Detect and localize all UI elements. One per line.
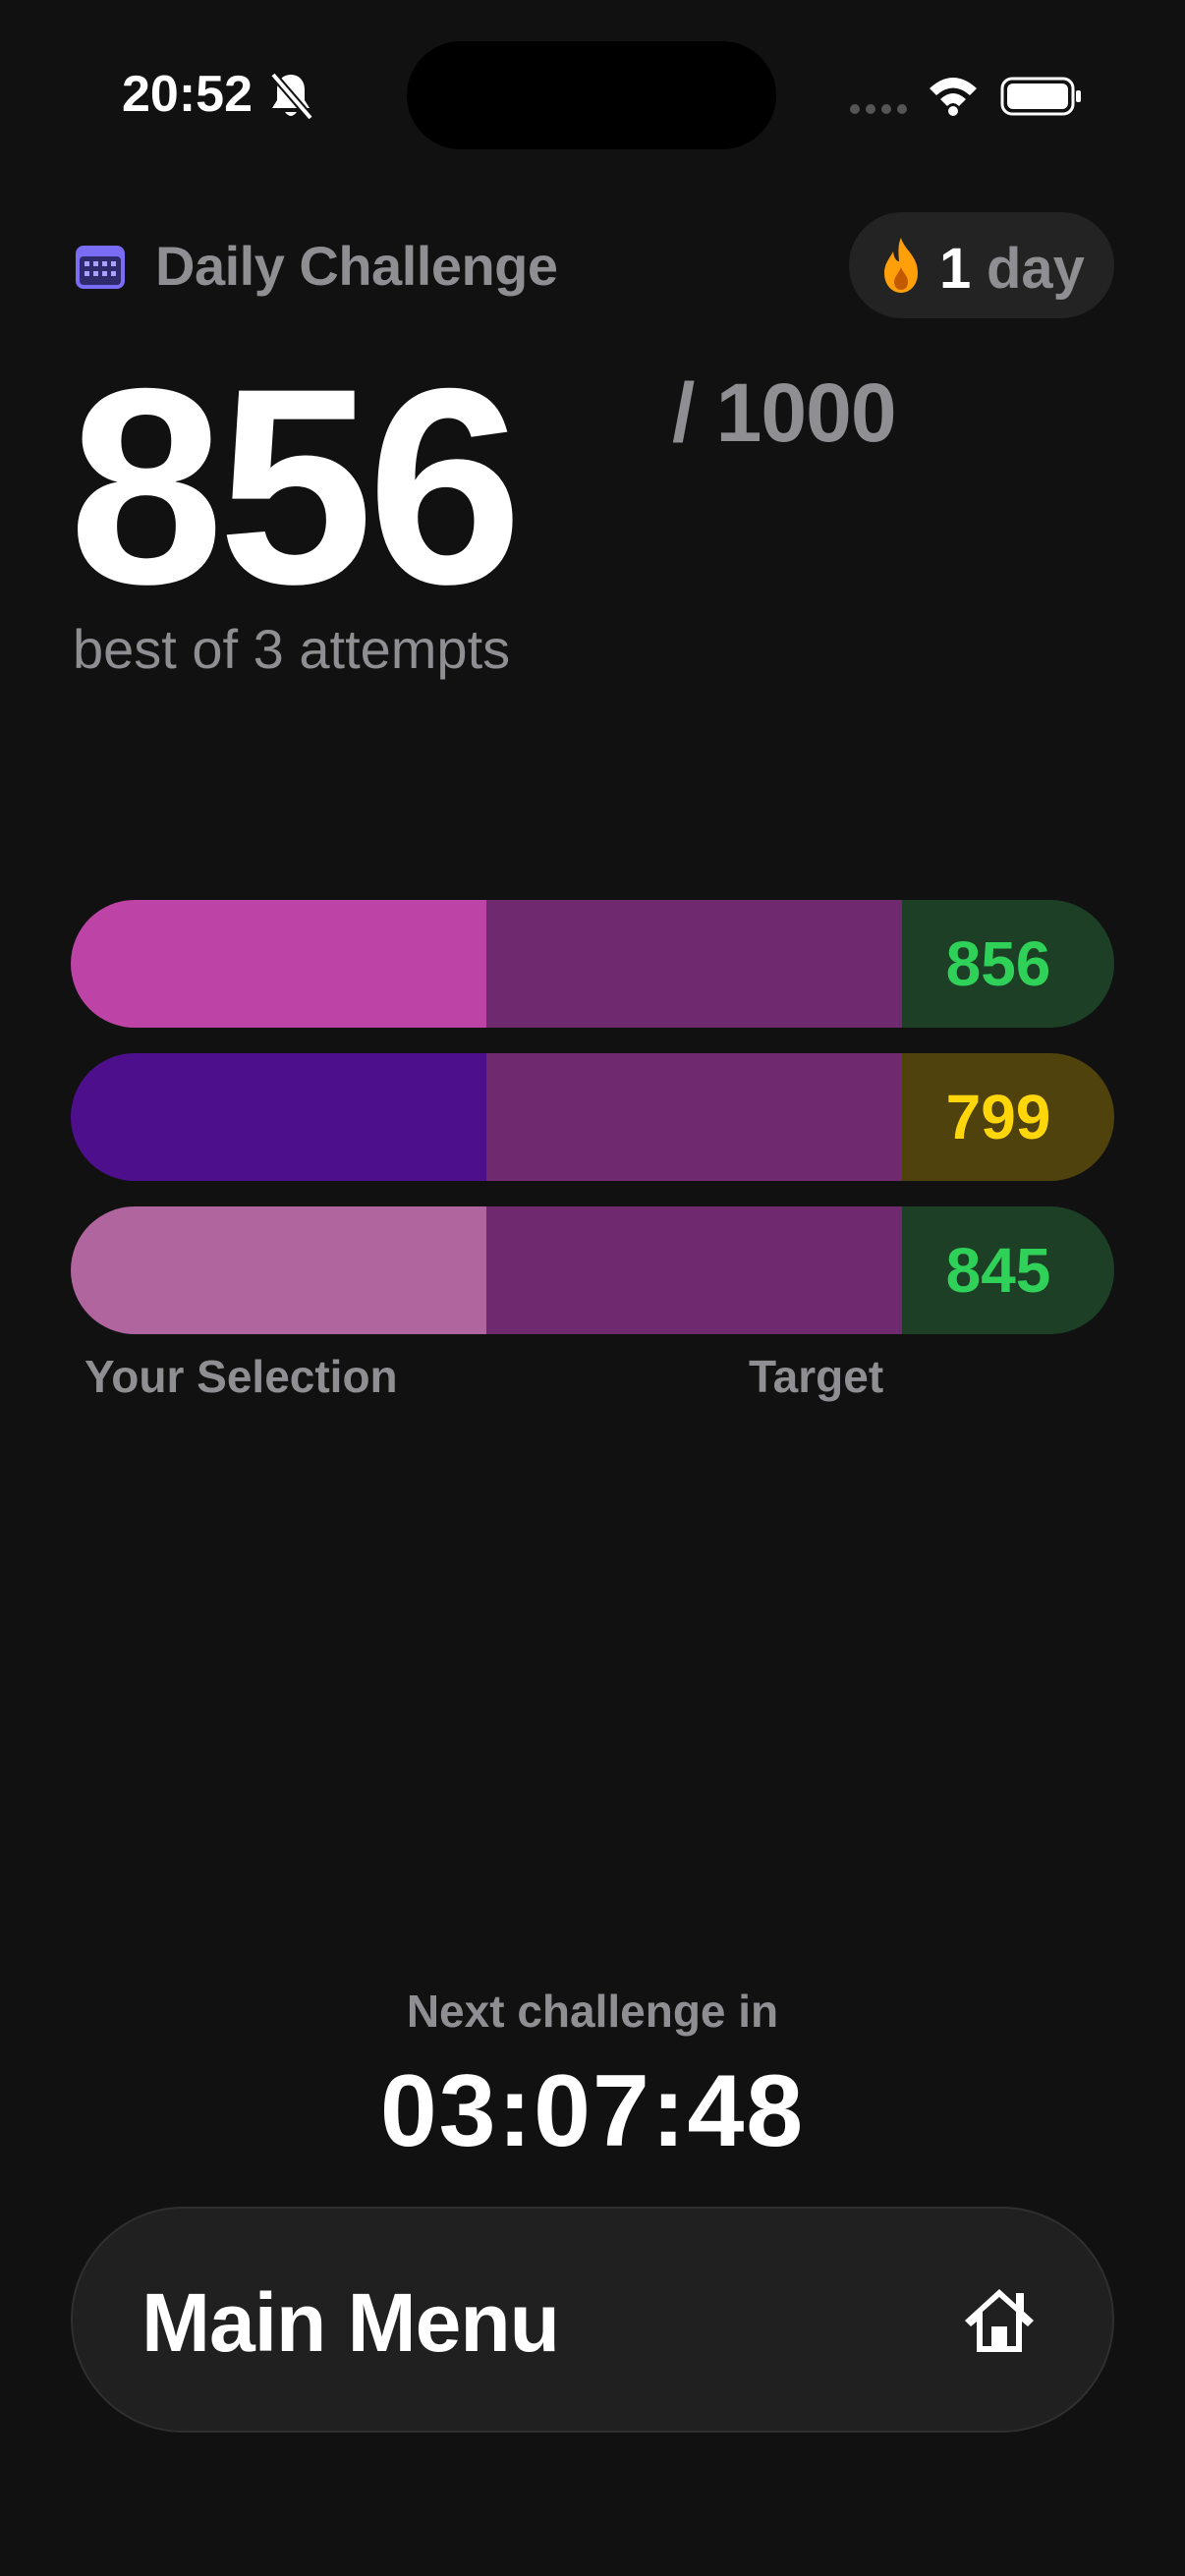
attempt-bar: 799 [71, 1053, 1114, 1181]
signal-dots-icon [850, 104, 907, 114]
score-subtitle: best of 3 attempts [73, 618, 511, 680]
your-selection-label: Your Selection [85, 1351, 398, 1402]
flame-icon [884, 238, 918, 293]
attempt-score: 856 [902, 900, 1114, 1028]
attempt-score: 845 [902, 1206, 1114, 1334]
selection-swatch [71, 1206, 486, 1334]
streak-unit: day [987, 237, 1085, 301]
status-time: 20:52 [122, 66, 253, 123]
attempt-score: 799 [902, 1053, 1114, 1181]
selection-swatch [71, 1053, 486, 1181]
best-score: 856 [69, 331, 523, 643]
target-swatch [486, 1053, 902, 1181]
page-title: Daily Challenge [155, 235, 558, 297]
target-label: Target [749, 1351, 884, 1402]
next-challenge-label: Next challenge in [406, 1986, 779, 2037]
streak-badge: 1 day [849, 212, 1114, 318]
wifi-icon [930, 78, 977, 116]
selection-swatch [71, 900, 486, 1028]
calendar-icon [76, 246, 125, 289]
battery-icon [1000, 77, 1081, 116]
streak-count: 1 [939, 237, 972, 301]
attempt-bar: 856 [71, 900, 1114, 1028]
main-menu-button[interactable]: Main Menu [71, 2207, 1114, 2433]
attempt-bar: 845 [71, 1206, 1114, 1334]
target-swatch [486, 1206, 902, 1334]
dynamic-island [407, 41, 776, 149]
score-total: / 1000 [672, 366, 897, 459]
house-icon [965, 2289, 1034, 2352]
main-menu-label: Main Menu [141, 2276, 560, 2369]
countdown-timer: 03:07:48 [379, 2054, 806, 2168]
target-swatch [486, 900, 902, 1028]
bell-slash-icon [269, 72, 314, 121]
